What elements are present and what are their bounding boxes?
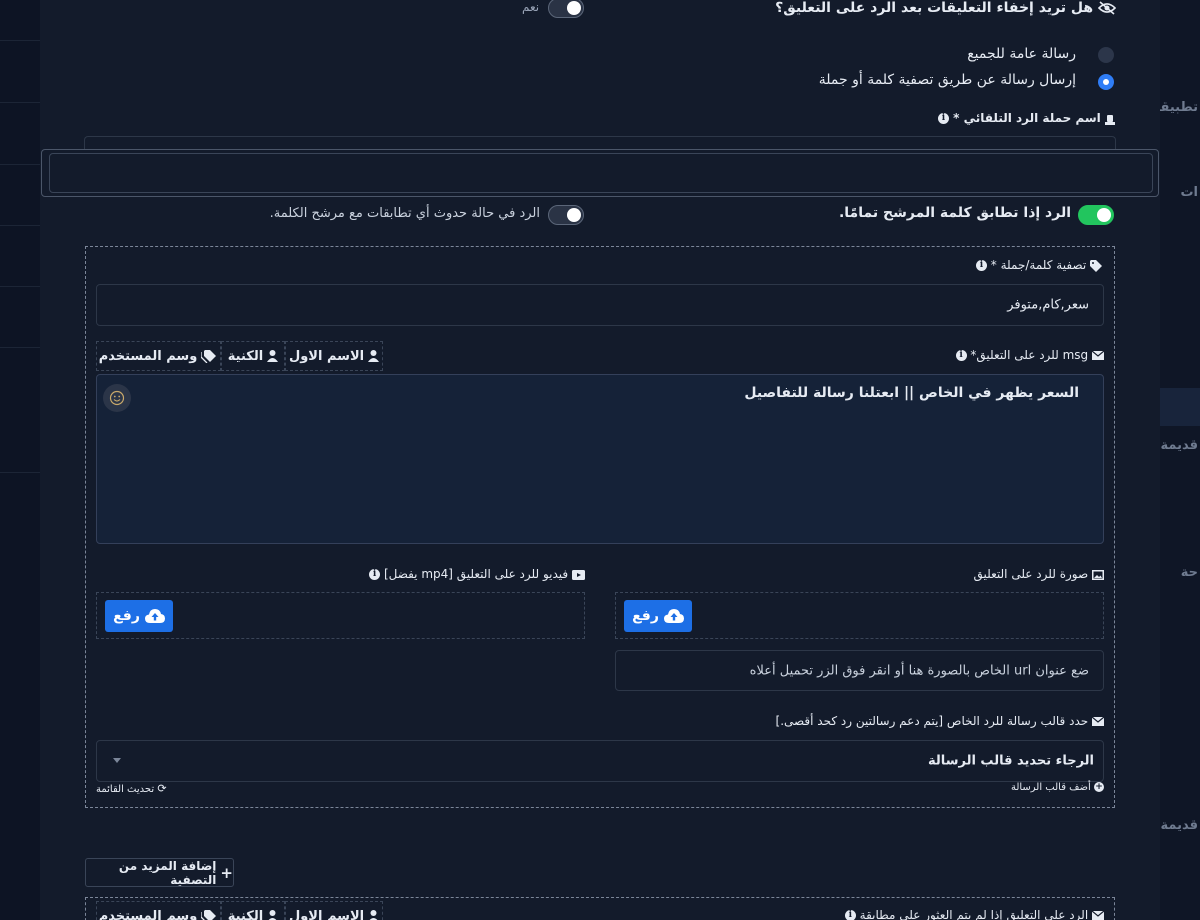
- template-select[interactable]: الرجاء تحديد قالب الرسالة: [96, 740, 1104, 782]
- image-url-input[interactable]: ضع عنوان url الخاص بالصورة هنا أو انقر ف…: [615, 650, 1104, 691]
- filter-label: تصفية كلمة/جملة * i: [975, 258, 1103, 272]
- info-icon: i: [369, 569, 381, 580]
- add-more-filter-button[interactable]: + إضافة المزيد من التصفية: [85, 858, 234, 887]
- user-icon: [267, 350, 279, 362]
- campaign-name-input[interactable]: [41, 149, 1159, 197]
- no-match-tag-chip-group: وسم المستخدم الكنية الاسم الاول: [96, 901, 383, 920]
- user-icon: [369, 910, 378, 920]
- bg-label: قديمة: [1160, 438, 1198, 453]
- chevron-down-icon: [113, 758, 121, 763]
- plus-circle-icon: +: [1094, 782, 1104, 792]
- refresh-icon: ⟳: [157, 782, 167, 795]
- no-match-label: الرد على التعليق إذا لم يتم العثور على م…: [844, 908, 1104, 920]
- video-upload-button[interactable]: رفع: [105, 600, 173, 632]
- bg-label: قديمة: [1160, 818, 1198, 833]
- radio-public-message[interactable]: [1098, 47, 1114, 63]
- image-upload-button[interactable]: رفع: [624, 600, 692, 632]
- tags-icon: [201, 909, 217, 920]
- radio-filter-message[interactable]: [1098, 74, 1114, 90]
- tag-first-name-chip[interactable]: الاسم الاول: [285, 901, 383, 920]
- campaign-name-label: اسم حملة الرد التلقائي * i: [937, 111, 1115, 125]
- info-icon: i: [937, 113, 949, 124]
- refresh-list-link[interactable]: ⟳ تحديث القائمة: [96, 782, 167, 795]
- tags-icon: [201, 349, 217, 363]
- envelope-icon: [1092, 351, 1104, 360]
- bg-label: حة: [1180, 565, 1198, 580]
- user-icon: [268, 910, 277, 920]
- tag-nickname-chip[interactable]: الكنية: [221, 341, 285, 371]
- exact-match-toggle[interactable]: [1078, 205, 1114, 225]
- msg-label: msg للرد على التعليق* i: [955, 348, 1104, 362]
- bg-label: ات: [1180, 185, 1198, 200]
- msg-textarea[interactable]: السعر يظهر في الخاص || ابعتلنا رسالة للت…: [96, 374, 1104, 544]
- partial-match-label: الرد في حالة حدوث أي تطابقات مع مرشح الك…: [269, 206, 540, 221]
- cloud-upload-icon: [663, 609, 684, 623]
- emoji-button[interactable]: [103, 384, 131, 412]
- smile-icon: [109, 390, 125, 406]
- radio-filter-message-label: إرسال رسالة عن طريق تصفية كلمة أو جملة: [818, 72, 1076, 88]
- hide-comments-toggle[interactable]: [548, 0, 584, 18]
- info-icon: i: [955, 350, 967, 361]
- filter-input[interactable]: سعر,كام,متوفر: [96, 284, 1104, 326]
- eye-slash-icon: [1098, 1, 1116, 15]
- tag-chip-group: وسم المستخدم الكنية الاسم الاول: [96, 341, 383, 373]
- partial-match-toggle[interactable]: [548, 205, 584, 225]
- envelope-icon: [1092, 911, 1104, 920]
- video-label: فيديو للرد على التعليق [mp4 يفضل] i: [369, 567, 585, 581]
- add-template-link[interactable]: + أضف قالب الرسالة: [1011, 782, 1104, 793]
- envelope-icon: [1092, 717, 1104, 726]
- tag-icon: [1090, 259, 1102, 272]
- exact-match-label: الرد إذا تطابق كلمة المرشح تمامًا.: [838, 205, 1071, 221]
- tag-first-name-chip[interactable]: الاسم الاول: [285, 341, 383, 371]
- hide-comments-question: هل تريد إخفاء التعليقات بعد الرد على الت…: [775, 0, 1116, 16]
- tag-user-chip[interactable]: وسم المستخدم: [96, 901, 221, 920]
- radio-public-message-label: رسالة عامة للجميع: [967, 46, 1076, 62]
- bg-label: تطبيقات: [1160, 100, 1198, 115]
- image-icon: [1092, 569, 1104, 580]
- cloud-upload-icon: [144, 609, 165, 623]
- background-sidebar: [0, 0, 40, 920]
- tag-nickname-chip[interactable]: الكنية: [221, 901, 285, 920]
- tag-user-chip[interactable]: وسم المستخدم: [96, 341, 221, 371]
- hide-comments-toggle-label: نعم: [522, 0, 540, 14]
- user-icon: [368, 350, 380, 362]
- autoreply-modal: هل تريد إخفاء التعليقات بعد الرد على الت…: [40, 0, 1160, 920]
- plus-icon: +: [220, 863, 233, 882]
- robot-icon: [1105, 114, 1115, 125]
- image-label: صورة للرد على التعليق: [974, 567, 1104, 581]
- template-label: حدد قالب رسالة للرد الخاص [يتم دعم رسالت…: [776, 714, 1104, 728]
- campaign-name-inner[interactable]: [49, 153, 1153, 193]
- info-icon: i: [844, 910, 856, 920]
- info-icon: i: [975, 260, 987, 271]
- background-page-edge: تطبيقات ات قديمة حة قديمة: [1160, 0, 1200, 920]
- video-icon: [572, 569, 585, 580]
